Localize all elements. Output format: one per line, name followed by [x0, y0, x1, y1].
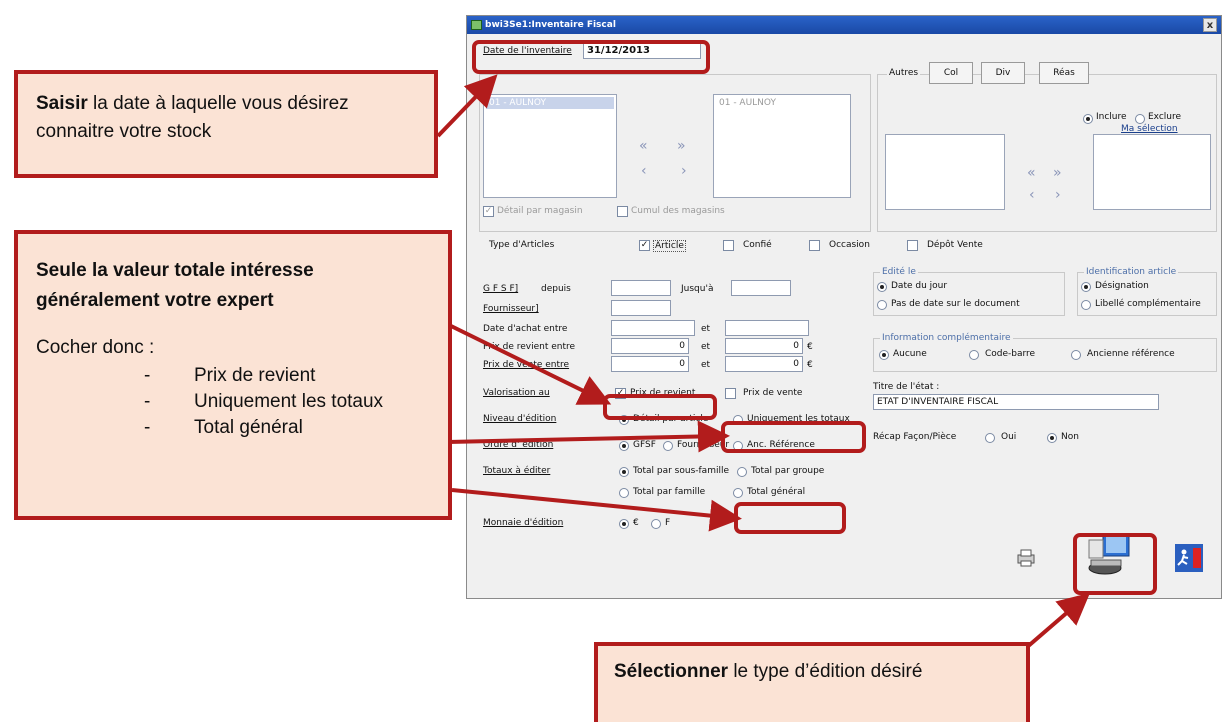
bullet-dash: - [144, 391, 151, 412]
callout-saisir: Saisir la date à laquelle vous désirez c… [14, 70, 438, 178]
arrow-total-general [451, 488, 742, 532]
callout-seule-title: Seule la valeur totale intéresse général… [36, 260, 314, 311]
callout-seule: Seule la valeur totale intéresse général… [14, 230, 452, 520]
callout-selectionner-text: le type d’édition désiré [728, 661, 923, 682]
bullet-item: Prix de revient [194, 365, 316, 386]
callout-selectionner: Sélectionner le type d’édition désiré [594, 642, 1030, 722]
bullet-dash: - [144, 417, 151, 438]
bullet-item: Uniquement les totaux [194, 391, 384, 412]
arrow-saisir [436, 74, 498, 138]
arrow-uniquement-totaux [447, 420, 730, 453]
callout-selectionner-bold: Sélectionner [614, 661, 729, 682]
arrow-selectionner [1024, 592, 1091, 650]
callout-cocher: Cocher donc : [36, 337, 155, 358]
bullet-item: Total général [194, 417, 303, 438]
bullet-dash: - [144, 365, 151, 386]
callout-saisir-bold: Saisir [36, 93, 88, 114]
